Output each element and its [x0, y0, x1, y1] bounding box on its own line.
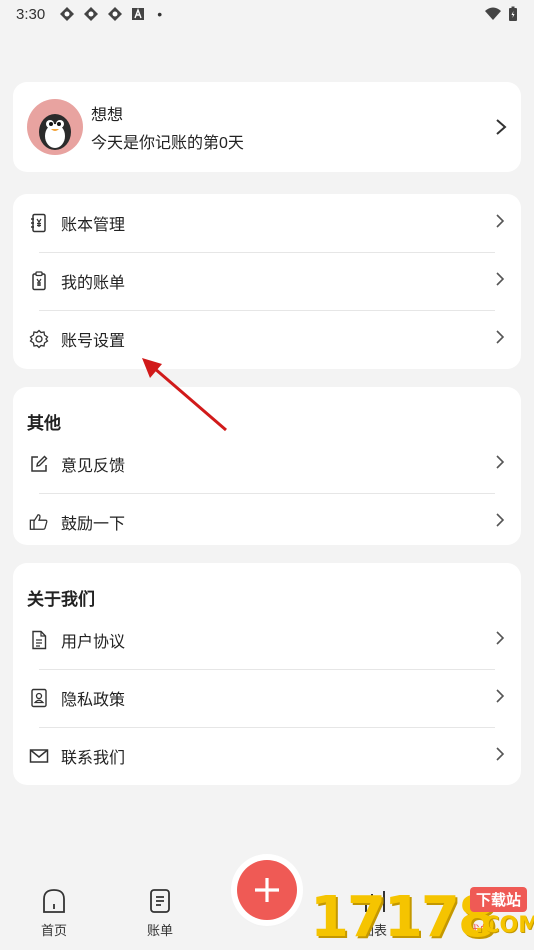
battery-icon: [509, 6, 517, 21]
status-bar: 3:30 •: [0, 0, 534, 28]
section-title: 关于我们: [27, 590, 95, 609]
plus-icon: [255, 878, 279, 902]
profile-name: 想想: [91, 107, 124, 124]
tab-bills[interactable]: 账单: [130, 888, 190, 939]
other-card: 其他 意见反馈 鼓励一下: [13, 387, 521, 545]
privacy-icon: [29, 688, 49, 708]
wifi-icon: [485, 7, 501, 20]
more-notifications-dot: •: [157, 6, 163, 22]
menu-item-ledger-management[interactable]: 账本管理: [13, 194, 521, 252]
watermark-badge: 下载站: [470, 887, 528, 912]
home-icon: [24, 888, 84, 916]
gear-icon: [29, 329, 49, 349]
menu-item-contact-us[interactable]: 联系我们: [13, 727, 521, 785]
menu-item-my-bills[interactable]: 我的账单: [13, 252, 521, 310]
a-letter-icon: [132, 8, 145, 20]
menu-item-label: 账本管理: [61, 217, 126, 234]
tab-home[interactable]: 首页: [24, 888, 84, 939]
app-notification-icon: [108, 7, 123, 21]
chevron-right-icon: [495, 118, 507, 136]
chevron-right-icon: [495, 329, 505, 350]
menu-item-feedback[interactable]: 意见反馈: [13, 435, 521, 493]
menu-item-label: 意见反馈: [61, 458, 126, 475]
add-record-button[interactable]: [237, 860, 297, 920]
menu-item-label: 我的账单: [61, 275, 126, 292]
annotation-arrow-icon: [142, 358, 227, 432]
menu-item-privacy-policy[interactable]: 隐私政策: [13, 669, 521, 727]
edit-icon: [29, 454, 49, 474]
chevron-right-icon: [495, 454, 505, 475]
chevron-right-icon: [495, 213, 505, 234]
status-time: 3:30: [16, 5, 46, 23]
menu-item-encourage[interactable]: 鼓励一下: [13, 493, 521, 551]
about-us-card: 关于我们 用户协议 隐私政策 联系我们: [13, 563, 521, 785]
chevron-right-icon: [495, 630, 505, 651]
chevron-right-icon: [495, 512, 505, 533]
menu-item-label: 鼓励一下: [61, 516, 126, 533]
chevron-right-icon: [495, 688, 505, 709]
chevron-right-icon: [495, 271, 505, 292]
watermark-logo: 17178 下载站 .COM: [310, 885, 534, 950]
chevron-right-icon: [495, 746, 505, 767]
bill-list-icon: [130, 888, 190, 916]
app-notification-icon: [60, 7, 75, 21]
menu-item-label: 联系我们: [61, 750, 126, 767]
notification-icons: •: [59, 6, 162, 22]
mail-icon: [29, 746, 49, 766]
watermark-digits: 17178: [310, 885, 497, 950]
penguin-avatar-icon: [39, 114, 71, 150]
menu-item-user-agreement[interactable]: 用户协议: [13, 611, 521, 669]
menu-item-label: 隐私政策: [61, 692, 126, 709]
menu-item-label: 用户协议: [61, 634, 126, 651]
app-notification-icon: [84, 7, 99, 21]
section-title: 其他: [27, 414, 61, 433]
tab-label: 账单: [146, 923, 173, 938]
bill-icon: [29, 271, 49, 291]
profile-card[interactable]: 想想 今天是你记账的第0天: [13, 82, 521, 172]
tab-label: 首页: [40, 923, 67, 938]
account-menu-card: 账本管理 我的账单 账号设置: [13, 194, 521, 369]
menu-item-label: 账号设置: [61, 333, 126, 350]
menu-item-account-settings[interactable]: 账号设置: [13, 310, 521, 368]
document-icon: [29, 630, 49, 650]
ledger-icon: [29, 213, 49, 233]
watermark-suffix: .COM: [475, 913, 534, 938]
thumbs-up-icon: [29, 512, 49, 532]
profile-subtitle: 今天是你记账的第0天: [91, 135, 244, 152]
avatar: [27, 99, 83, 155]
